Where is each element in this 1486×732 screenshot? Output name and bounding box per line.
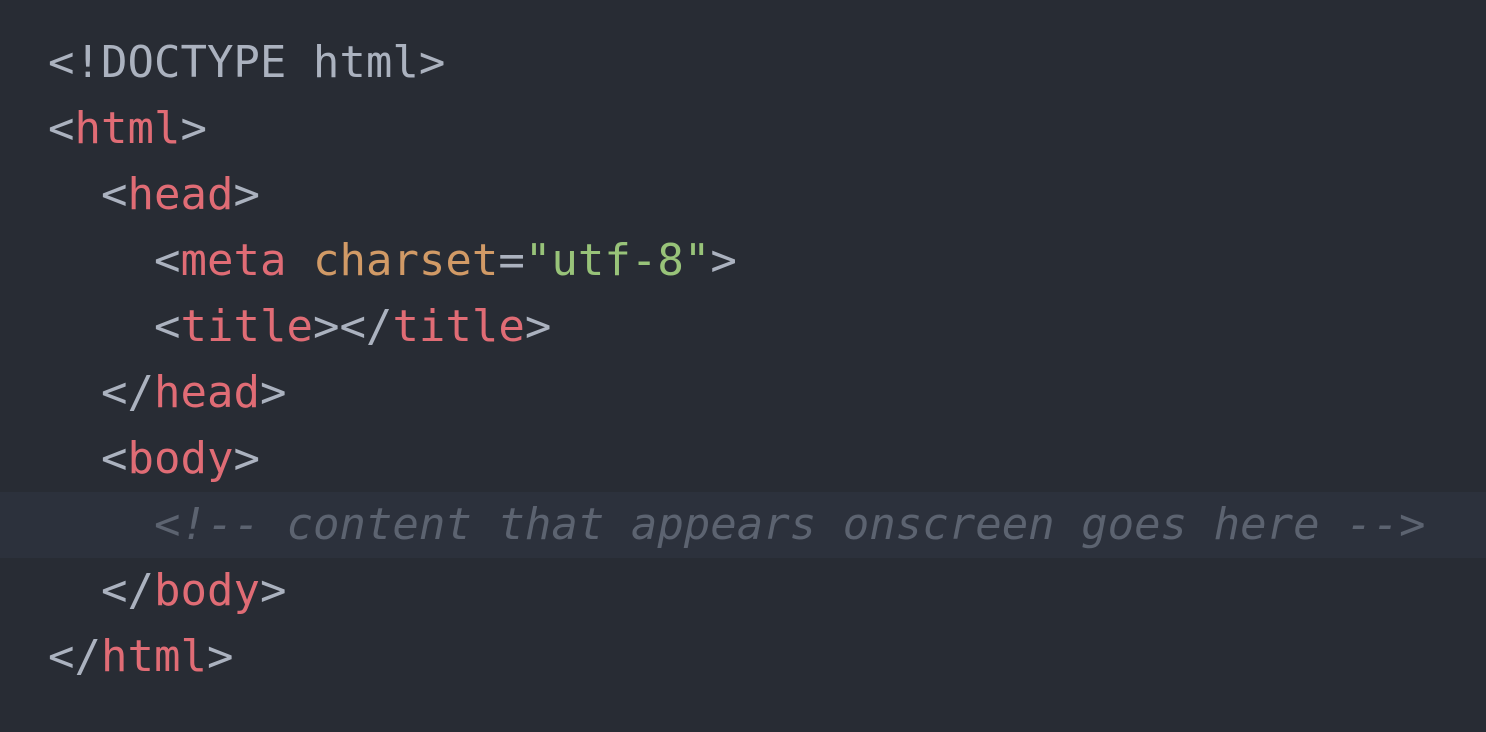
bracket: </ — [101, 565, 154, 616]
tag-name: html — [100, 631, 207, 682]
bracket: > — [233, 169, 260, 220]
tag-name: head — [127, 169, 234, 220]
code-line-2: <html> — [0, 96, 1486, 162]
code-line-7: <body> — [0, 426, 1486, 492]
tag-name: body — [153, 565, 260, 616]
code-line-10: </html> — [0, 624, 1486, 690]
bracket: < — [101, 433, 128, 484]
bracket: > — [524, 301, 552, 352]
tag-name: html — [74, 103, 181, 154]
code-line-4: <meta charset="utf-8"> — [0, 228, 1486, 294]
code-line-9: </body> — [0, 558, 1486, 624]
bracket: < — [48, 103, 75, 154]
bracket: < — [154, 235, 181, 286]
bracket: > — [233, 433, 260, 484]
bracket: </ — [48, 631, 101, 682]
tag-name: meta — [180, 235, 287, 286]
tag-name: head — [153, 367, 260, 418]
tag-name: body — [127, 433, 234, 484]
code-line-1: <!DOCTYPE html> — [0, 30, 1486, 96]
html-comment: <!-- content that appears onscreen goes … — [154, 499, 1426, 550]
equals-sign: = — [498, 235, 525, 286]
bracket: </ — [101, 367, 154, 418]
bracket: > — [259, 565, 287, 616]
bracket: > — [259, 367, 287, 418]
tag-name: title — [392, 301, 525, 352]
attribute-name: charset — [312, 235, 499, 286]
bracket: < — [101, 169, 128, 220]
bracket: < — [154, 301, 181, 352]
code-line-3: <head> — [0, 162, 1486, 228]
tag-name: title — [180, 301, 313, 352]
bracket: > — [710, 235, 737, 286]
attribute-value: "utf-8" — [524, 235, 711, 286]
code-line-8-current[interactable]: <!-- content that appears onscreen goes … — [0, 492, 1486, 558]
bracket: ></ — [312, 301, 393, 352]
code-editor[interactable]: <!DOCTYPE html> <html> <head> <meta char… — [0, 0, 1486, 732]
doctype-declaration: <!DOCTYPE html> — [48, 37, 446, 88]
bracket: > — [180, 103, 207, 154]
code-line-5: <title></title> — [0, 294, 1486, 360]
bracket: > — [206, 631, 234, 682]
code-line-6: </head> — [0, 360, 1486, 426]
